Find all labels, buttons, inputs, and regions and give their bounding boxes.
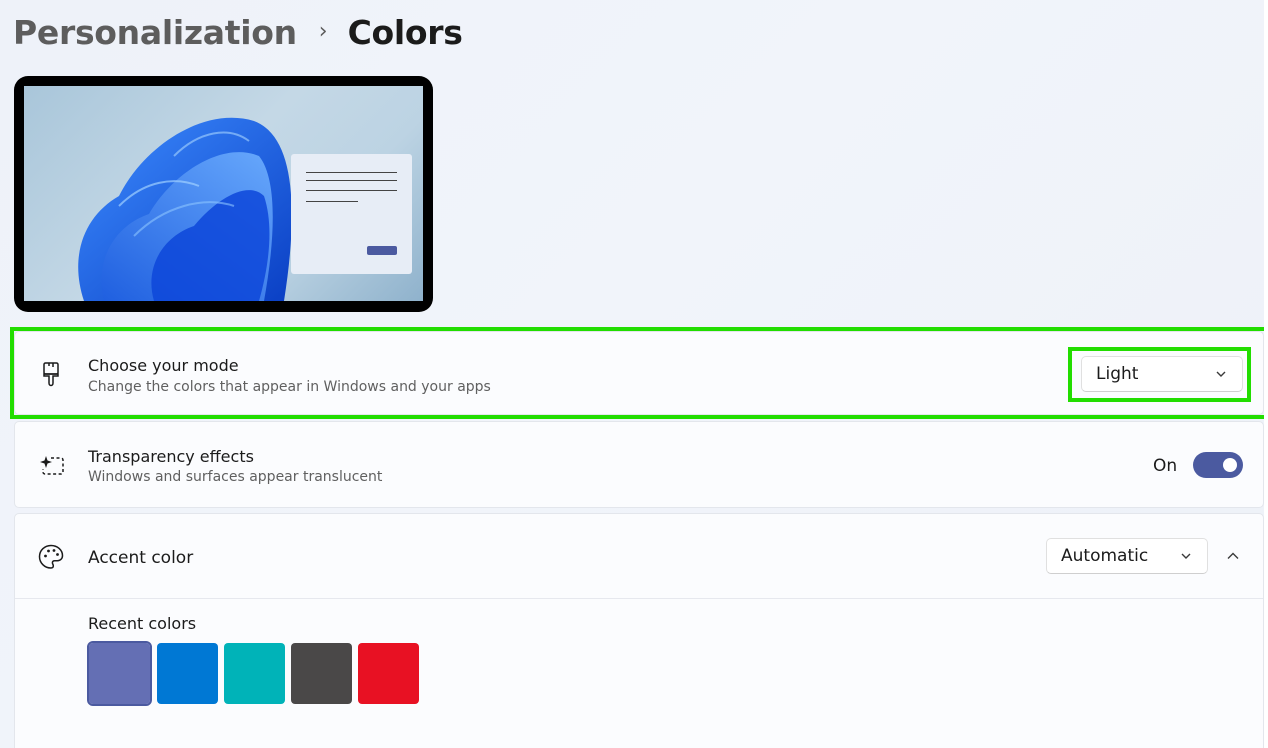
preview-window — [291, 154, 412, 274]
mode-title: Choose your mode — [88, 356, 239, 375]
paintbrush-icon — [37, 360, 65, 388]
choose-mode-card: Choose your mode Change the colors that … — [14, 331, 1264, 415]
transparency-toggle-label: On — [1153, 456, 1178, 476]
accent-color-card: Accent color Automatic Recent colors — [14, 513, 1264, 748]
transparency-subtitle: Windows and surfaces appear translucent — [88, 469, 383, 485]
preview-text-line — [306, 180, 397, 181]
transparency-icon — [37, 451, 65, 479]
mode-dropdown[interactable]: Light — [1081, 356, 1243, 392]
preview-screen — [24, 86, 423, 301]
chevron-down-icon — [1216, 371, 1226, 377]
recent-colors-label: Recent colors — [88, 614, 197, 633]
breadcrumb: Personalization › Colors — [13, 8, 463, 56]
theme-preview — [14, 76, 433, 312]
chevron-down-icon — [1181, 553, 1191, 559]
colors-settings-page: Personalization › Colors Choose your mod… — [0, 0, 1268, 748]
recent-color-swatch[interactable] — [157, 643, 218, 704]
collapse-chevron-up-icon[interactable] — [1225, 548, 1241, 564]
toggle-knob — [1223, 458, 1237, 472]
recent-color-swatch[interactable] — [358, 643, 419, 704]
transparency-title: Transparency effects — [88, 447, 254, 466]
accent-dropdown-value: Automatic — [1061, 546, 1149, 566]
recent-color-swatch[interactable] — [224, 643, 285, 704]
divider — [15, 598, 1263, 599]
accent-title: Accent color — [88, 548, 194, 568]
preview-text-line — [306, 190, 397, 191]
window-edge — [1264, 0, 1268, 748]
preview-text-line — [306, 172, 397, 173]
accent-dropdown[interactable]: Automatic — [1046, 538, 1208, 574]
transparency-card: Transparency effects Windows and surface… — [14, 421, 1264, 508]
recent-color-swatch[interactable] — [87, 641, 152, 706]
page-title: Colors — [347, 12, 463, 52]
mode-subtitle: Change the colors that appear in Windows… — [88, 379, 491, 395]
recent-color-swatch[interactable] — [291, 643, 352, 704]
breadcrumb-chevron-icon: › — [318, 18, 328, 44]
palette-icon — [37, 543, 65, 571]
transparency-toggle[interactable] — [1193, 452, 1243, 478]
preview-text-line — [306, 201, 358, 202]
mode-dropdown-value: Light — [1096, 364, 1139, 384]
preview-button — [367, 246, 397, 255]
breadcrumb-personalization[interactable]: Personalization — [13, 13, 297, 52]
